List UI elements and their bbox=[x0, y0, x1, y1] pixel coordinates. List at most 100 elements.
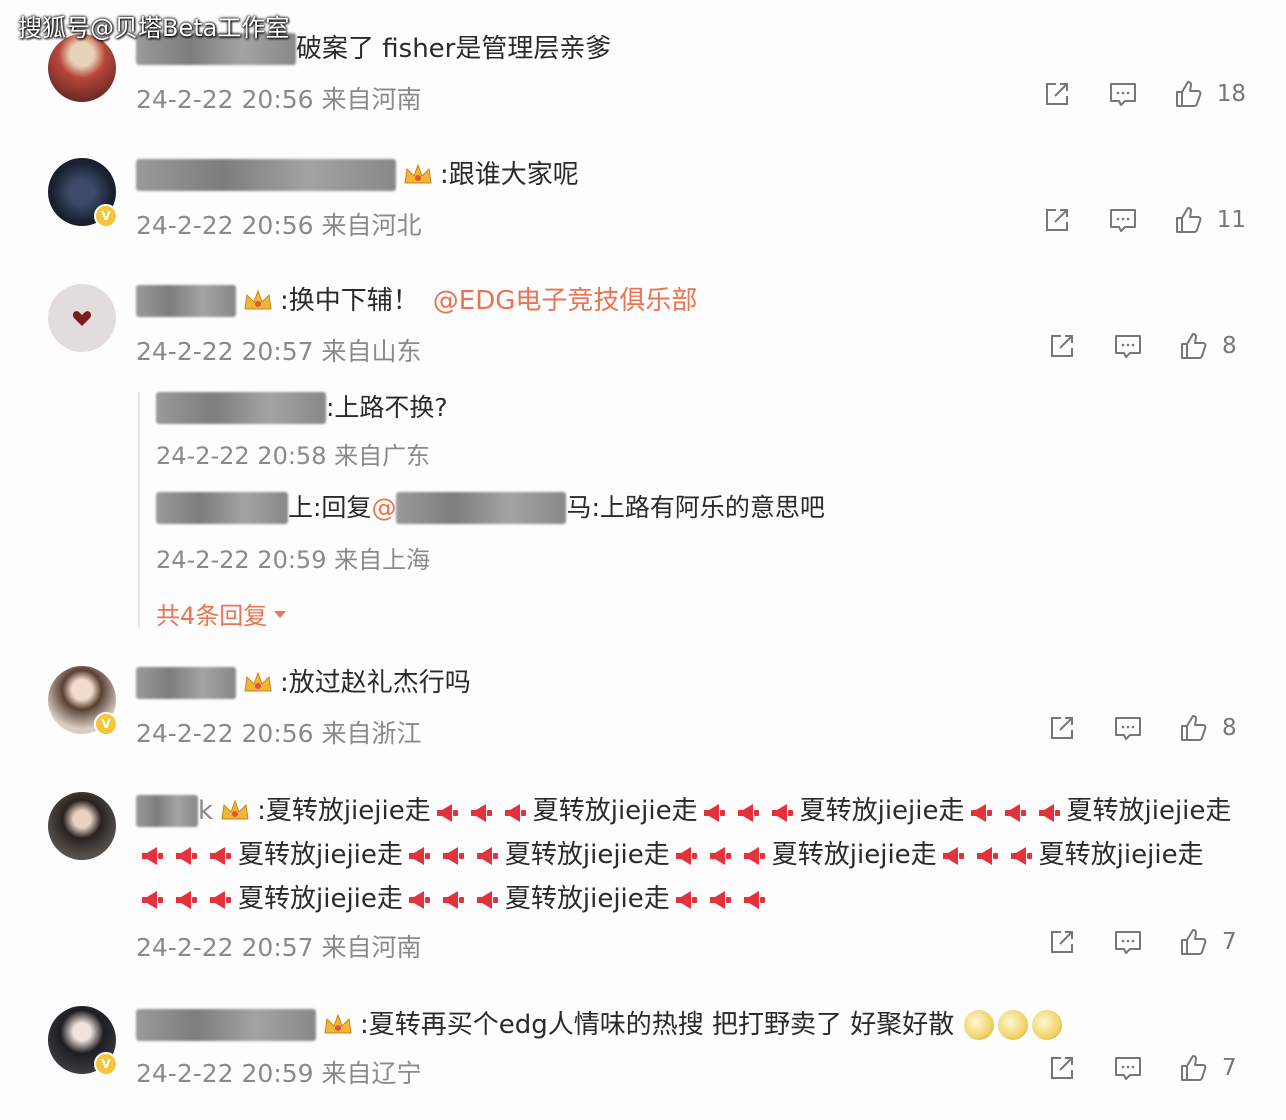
like-icon bbox=[1181, 929, 1207, 955]
username-redacted[interactable] bbox=[136, 795, 198, 827]
megaphone-icon bbox=[708, 843, 734, 867]
verified-badge-icon: V bbox=[94, 1052, 118, 1076]
like-icon bbox=[1181, 715, 1207, 741]
like-count: 7 bbox=[1222, 1055, 1237, 1081]
mention-link[interactable]: @ bbox=[371, 492, 396, 524]
like-button[interactable]: 11 bbox=[1173, 204, 1246, 236]
comment-button[interactable] bbox=[1112, 712, 1144, 744]
comment-text-line: 夏转放jiejie走 夏转放jiejie走 bbox=[136, 882, 772, 916]
avatar[interactable] bbox=[48, 792, 116, 860]
username-redacted[interactable] bbox=[156, 392, 326, 424]
megaphone-icon bbox=[441, 887, 467, 911]
comment-text: 夏转放jiejie走 bbox=[799, 796, 965, 826]
comment-button[interactable] bbox=[1112, 926, 1144, 958]
username-redacted[interactable] bbox=[136, 667, 236, 699]
share-button[interactable] bbox=[1046, 1052, 1078, 1084]
comment-meta: 24-2-22 20:59 来自辽宁 bbox=[136, 1054, 422, 1090]
megaphone-icon bbox=[742, 843, 768, 867]
megaphone-icon bbox=[674, 843, 700, 867]
crown-badge-icon bbox=[402, 161, 434, 189]
share-button[interactable] bbox=[1041, 204, 1073, 236]
share-button[interactable] bbox=[1041, 78, 1073, 110]
share-icon bbox=[1051, 931, 1073, 953]
reply-meta: 24-2-22 20:58 来自广东 bbox=[156, 436, 430, 471]
share-icon bbox=[1045, 83, 1068, 105]
username-redacted[interactable] bbox=[136, 1009, 316, 1041]
comment-text: 夏转放jiejie走 bbox=[238, 884, 403, 914]
comment-icon bbox=[1115, 931, 1141, 954]
reply-time: 24-2-22 20:58 bbox=[156, 442, 327, 470]
megaphone-icon bbox=[174, 843, 200, 867]
reply-location: 来自上海 bbox=[334, 546, 431, 574]
like-count: 7 bbox=[1222, 929, 1237, 955]
like-button[interactable]: 8 bbox=[1178, 712, 1246, 744]
comment-meta: 24-2-22 20:57 来自山东 bbox=[136, 332, 422, 368]
comment-text: 夏转放jiejie走 bbox=[265, 796, 431, 826]
comment-location: 来自浙江 bbox=[321, 719, 422, 748]
crown-badge-icon bbox=[322, 1011, 354, 1039]
like-icon bbox=[1175, 207, 1202, 233]
reply-time: 24-2-22 20:59 bbox=[156, 546, 327, 574]
comment-time: 24-2-22 20:56 bbox=[136, 85, 314, 114]
comment-text-line: 夏转放jiejie走 夏转放jiejie走 夏转放jiejie走 夏转放jiejie走 bbox=[266, 794, 1232, 828]
megaphone-icon bbox=[475, 843, 501, 867]
comment-text-prefix: : bbox=[257, 796, 266, 826]
megaphone-icon bbox=[475, 887, 501, 911]
megaphone-icon bbox=[1009, 843, 1035, 867]
crown-badge-icon bbox=[219, 797, 251, 825]
username-redacted[interactable] bbox=[136, 159, 396, 191]
comment-button[interactable] bbox=[1107, 78, 1139, 110]
comment-location: 来自辽宁 bbox=[321, 1059, 422, 1088]
share-icon bbox=[1051, 717, 1073, 739]
like-button[interactable]: 18 bbox=[1173, 78, 1246, 110]
comment-text: :跟谁大家呢 bbox=[440, 160, 579, 190]
comment-text: 破案了 fisher是管理层亲爹 bbox=[296, 34, 612, 64]
emoji-icon bbox=[998, 1010, 1029, 1040]
comment-text: 夏转放jiejie走 bbox=[771, 840, 937, 870]
mention-link[interactable]: @EDG电子竞技俱乐部 bbox=[433, 284, 698, 318]
like-button[interactable]: 7 bbox=[1178, 926, 1246, 958]
verified-badge-icon: V bbox=[94, 712, 118, 736]
megaphone-icon bbox=[140, 887, 166, 911]
comment-location: 来自山东 bbox=[321, 337, 422, 366]
reply-text: :上路不换? bbox=[326, 393, 448, 422]
emoji-icon bbox=[964, 1010, 995, 1040]
comment-text: 夏转放jiejie走 bbox=[1038, 840, 1204, 870]
megaphone-icon bbox=[503, 800, 529, 824]
comment-time: 24-2-22 20:57 bbox=[136, 337, 314, 366]
comment-button[interactable] bbox=[1112, 330, 1144, 362]
megaphone-icon bbox=[736, 800, 762, 824]
more-replies-link[interactable]: 共4条回复 bbox=[156, 596, 287, 631]
avatar[interactable] bbox=[48, 34, 116, 102]
share-icon bbox=[1051, 1057, 1073, 1079]
reply-prefix: 上:回复 bbox=[288, 493, 372, 522]
like-count: 8 bbox=[1222, 333, 1237, 359]
like-icon bbox=[1181, 333, 1207, 359]
megaphone-icon bbox=[674, 887, 700, 911]
megaphone-icon bbox=[708, 887, 734, 911]
like-button[interactable]: 8 bbox=[1178, 330, 1246, 362]
comment-text: 夏转放jiejie走 bbox=[1066, 796, 1232, 826]
comment-text: 夏转放jiejie走 bbox=[238, 840, 403, 870]
username-redacted[interactable] bbox=[136, 285, 236, 317]
comment-time: 24-2-22 20:56 bbox=[136, 211, 314, 240]
megaphone-icon bbox=[441, 843, 467, 867]
comment-icon bbox=[1115, 335, 1141, 358]
megaphone-icon bbox=[208, 843, 234, 867]
comment-button[interactable] bbox=[1107, 204, 1139, 236]
share-button[interactable] bbox=[1046, 926, 1078, 958]
crown-badge-icon bbox=[242, 669, 274, 697]
avatar[interactable] bbox=[48, 284, 116, 352]
megaphone-icon bbox=[140, 843, 166, 867]
username-redacted[interactable] bbox=[156, 492, 288, 524]
comment-icon bbox=[1109, 83, 1136, 106]
comment-text: 夏转放jiejie走 bbox=[504, 840, 670, 870]
username-tail: k bbox=[198, 796, 214, 826]
like-button[interactable]: 7 bbox=[1178, 1052, 1246, 1084]
comment-icon bbox=[1115, 1057, 1141, 1080]
megaphone-icon bbox=[975, 843, 1001, 867]
comment-button[interactable] bbox=[1112, 1052, 1144, 1084]
share-button[interactable] bbox=[1046, 330, 1078, 362]
comment-location: 来自河南 bbox=[321, 85, 422, 114]
share-button[interactable] bbox=[1046, 712, 1078, 744]
